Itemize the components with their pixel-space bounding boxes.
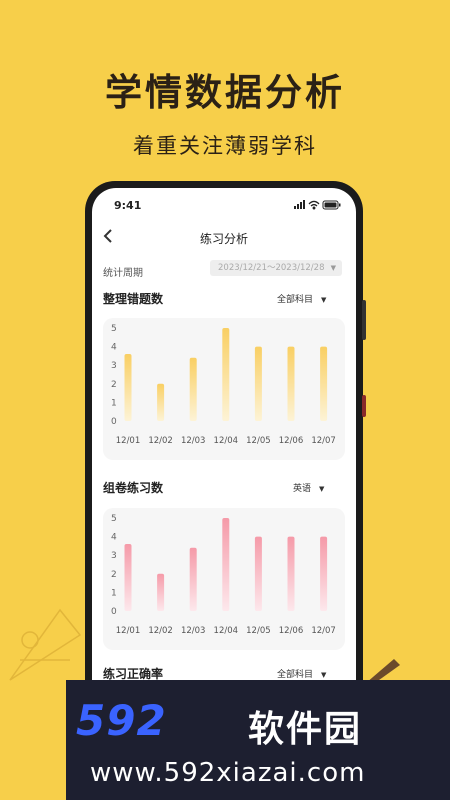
caret-down-icon: ▼ (330, 264, 336, 272)
x-tick-label: 12/05 (246, 436, 271, 446)
brand-text: 软件园 (248, 709, 363, 750)
period-label: 统计周期 (103, 268, 143, 279)
y-tick-label: 2 (111, 380, 117, 390)
bar-12/01 (124, 544, 132, 611)
period-selector[interactable]: 2023/12/21～2023/12/28 ▼ (210, 260, 342, 276)
bar-12/01 (124, 354, 132, 421)
caret-down-icon: ▼ (321, 671, 327, 679)
status-icons (294, 200, 341, 210)
subject-filter[interactable]: 全部科目 ▼ (277, 292, 326, 305)
x-tick-label: 12/07 (311, 626, 336, 636)
chart-card-practice-papers: 0 1 2 3 4 5 12/01 12/02 12/03 12/04 12/05 12/06 12/0… (103, 508, 345, 650)
bar-12/04 (222, 518, 230, 611)
promo-headline: 学情数据分析 (105, 71, 345, 114)
bar-12/02 (157, 573, 165, 611)
y-tick-label: 3 (111, 551, 117, 561)
bar-chart-practice-papers: 0 1 2 3 4 5 12/01 12/02 12/03 12/04 12/05 12/06 12/0… (111, 514, 336, 636)
bar-12/03 (189, 357, 197, 421)
x-tick-label: 12/06 (279, 436, 304, 446)
decorative-sketch (9, 608, 82, 681)
phone-side-button (362, 300, 366, 340)
watermark-banner: 592 软件园 www.592xiazai.com (66, 680, 450, 800)
chart-card-wrong-questions: 0 1 2 3 4 5 12/01 12/02 12/03 12/04 12/05 12/06 12/0… (103, 318, 345, 460)
y-tick-label: 2 (111, 570, 117, 580)
x-tick-label: 12/02 (148, 436, 173, 446)
x-tick-label: 12/02 (148, 626, 173, 636)
bar-12/05 (254, 536, 262, 611)
x-tick-label: 12/05 (246, 626, 271, 636)
x-tick-label: 12/03 (181, 436, 206, 446)
y-tick-label: 5 (111, 324, 117, 334)
x-tick-label: 12/04 (214, 436, 239, 446)
bar-chart-wrong-questions: 0 1 2 3 4 5 12/01 12/02 12/03 12/04 12/05 12/06 12/0… (111, 324, 336, 446)
bar-12/06 (287, 536, 295, 611)
y-tick-label: 0 (111, 607, 117, 617)
status-time: 9:41 (114, 199, 142, 212)
status-bar: 9:41 (92, 188, 356, 224)
x-tick-label: 12/01 (116, 626, 141, 636)
y-tick-label: 0 (111, 417, 117, 427)
brand-url: www.592xiazai.com (90, 758, 366, 788)
bar-12/07 (320, 536, 328, 611)
wifi-icon (308, 200, 320, 210)
section-title-wrong-questions: 整理错题数 (103, 292, 164, 306)
caret-down-icon: ▼ (321, 296, 327, 304)
y-tick-label: 1 (111, 588, 117, 598)
x-tick-label: 12/06 (279, 626, 304, 636)
subject-filter-label: 英语 (293, 484, 312, 494)
bar-12/04 (222, 328, 230, 421)
y-tick-label: 4 (111, 343, 117, 353)
x-tick-label: 12/07 (311, 436, 336, 446)
y-tick-label: 4 (111, 533, 117, 543)
page-title: 练习分析 (199, 232, 248, 246)
bar-12/02 (157, 383, 165, 421)
phone-screen: 9:41 练习分析 统计周期 2023/12/21～2023/12/28 ▼ 整… (92, 188, 356, 708)
section-title-practice-papers: 组卷练习数 (103, 481, 164, 495)
promo-subline: 着重关注薄弱学科 (133, 134, 317, 158)
signal-icon (294, 200, 305, 209)
nav-bar: 练习分析 (92, 224, 356, 254)
bar-12/06 (287, 346, 295, 421)
subject-filter-label: 全部科目 (277, 295, 314, 305)
y-tick-label: 1 (111, 398, 117, 408)
battery-icon (322, 200, 341, 210)
x-tick-label: 12/03 (181, 626, 206, 636)
y-tick-label: 5 (111, 514, 117, 524)
subject-filter[interactable]: 英语 ▼ (293, 481, 324, 494)
bar-12/05 (254, 346, 262, 421)
period-value: 2023/12/21～2023/12/28 (218, 263, 325, 273)
subject-filter[interactable]: 全部科目 ▼ (277, 667, 326, 680)
phone-side-button (362, 395, 366, 417)
x-tick-label: 12/01 (116, 436, 141, 446)
x-tick-label: 12/04 (214, 626, 239, 636)
y-tick-label: 3 (111, 361, 117, 371)
bar-12/07 (320, 346, 328, 421)
brand-number: 592 (76, 696, 167, 745)
subject-filter-label: 全部科目 (277, 670, 314, 680)
caret-down-icon: ▼ (319, 485, 325, 493)
bar-12/03 (189, 547, 197, 611)
